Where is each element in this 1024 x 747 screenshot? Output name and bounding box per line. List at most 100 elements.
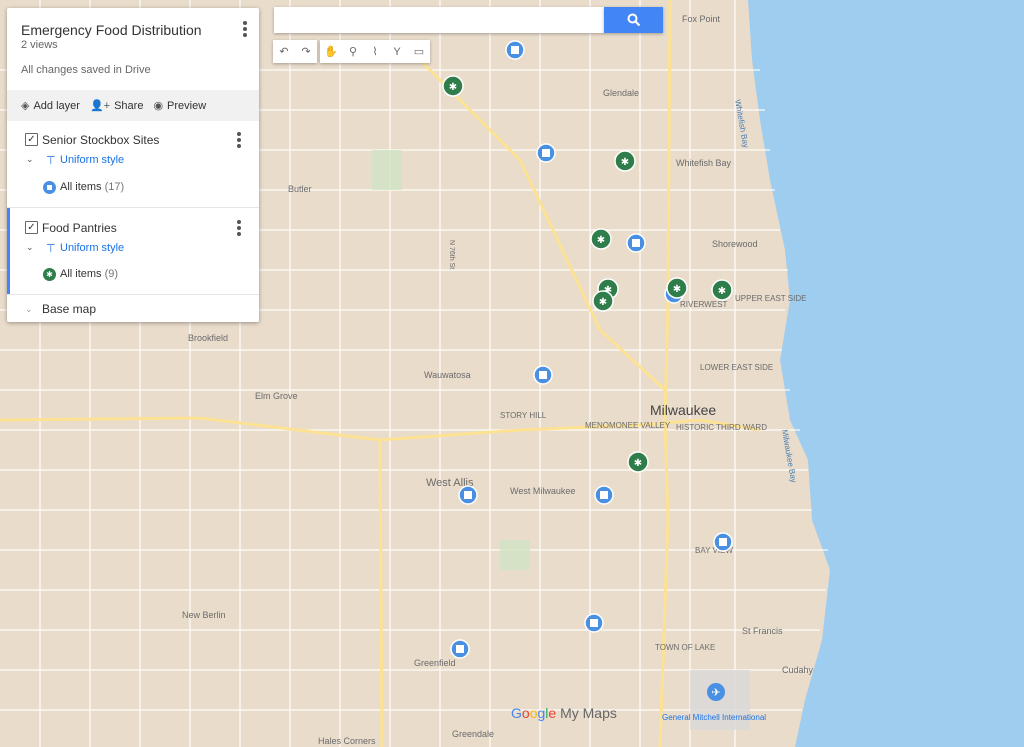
stockbox-marker[interactable] bbox=[458, 485, 478, 505]
label-milwaukee: Milwaukee bbox=[650, 402, 716, 418]
layer-senior-stockbox: ✓ Senior Stockbox Sites ⌄ ⊤ Uniform styl… bbox=[7, 121, 259, 207]
stockbox-marker[interactable] bbox=[626, 233, 646, 253]
label-new-berlin: New Berlin bbox=[182, 610, 226, 620]
stockbox-marker[interactable] bbox=[450, 639, 470, 659]
svg-text:✱: ✱ bbox=[599, 297, 607, 308]
pantry-marker[interactable]: ✱ bbox=[592, 290, 614, 312]
stockbox-marker[interactable] bbox=[594, 485, 614, 505]
layer-options-icon[interactable] bbox=[237, 220, 241, 236]
ruler-icon[interactable]: ▭ bbox=[408, 40, 430, 63]
redo-icon[interactable]: ↷ bbox=[295, 40, 317, 63]
label-whitefish-bay: Whitefish Bay bbox=[676, 158, 732, 168]
chevron-down-icon[interactable]: ⌄ bbox=[26, 242, 34, 253]
paint-roller-icon: ⊤ bbox=[46, 243, 56, 255]
all-items-label: All items bbox=[60, 268, 102, 280]
add-person-icon: 👤+ bbox=[89, 100, 111, 112]
pantry-marker[interactable]: ✱ bbox=[590, 228, 612, 250]
label-upper-east-side: UPPER EAST SIDE bbox=[735, 294, 806, 303]
stockbox-marker[interactable] bbox=[713, 532, 733, 552]
label-n-76th: N 76th St bbox=[448, 240, 455, 269]
stockbox-marker[interactable] bbox=[584, 613, 604, 633]
label-glendale: Glendale bbox=[603, 88, 639, 98]
all-items-row[interactable]: All items (9) bbox=[60, 268, 118, 280]
pantry-marker[interactable]: ✱ bbox=[666, 277, 688, 299]
label-butler: Butler bbox=[288, 184, 312, 194]
airport-icon: ✈ bbox=[707, 683, 725, 701]
share-button[interactable]: 👤+ Share bbox=[86, 99, 149, 113]
layer-checkbox[interactable]: ✓ bbox=[25, 221, 38, 234]
label-fox-point: Fox Point bbox=[682, 14, 721, 24]
layer-name[interactable]: Senior Stockbox Sites bbox=[42, 133, 159, 147]
label-hales-corners: Hales Corners bbox=[318, 736, 376, 746]
stockbox-marker[interactable] bbox=[505, 40, 525, 60]
label-general-mitchell: General Mitchell International bbox=[662, 713, 766, 722]
preview-button[interactable]: ◉ Preview bbox=[149, 99, 212, 113]
svg-text:✱: ✱ bbox=[673, 284, 681, 295]
svg-text:✱: ✱ bbox=[449, 82, 457, 93]
paint-roller-icon: ⊤ bbox=[46, 155, 56, 167]
search-input[interactable] bbox=[274, 7, 604, 33]
stockbox-icon bbox=[43, 181, 56, 194]
hand-icon[interactable]: ✋ bbox=[320, 40, 342, 63]
save-status: All changes saved in Drive bbox=[21, 64, 151, 76]
draw-line-icon[interactable]: ⌇ bbox=[364, 40, 386, 63]
label-lower-east-side: LOWER EAST SIDE bbox=[700, 363, 773, 372]
all-items-label: All items bbox=[60, 181, 102, 193]
search-icon bbox=[627, 13, 640, 27]
layers-panel: Emergency Food Distribution 2 views All … bbox=[7, 8, 259, 322]
search-button[interactable] bbox=[604, 7, 663, 33]
label-menomonee-valley: MENOMONEE VALLEY bbox=[585, 421, 671, 430]
wheat-icon: ✱ bbox=[43, 268, 56, 281]
add-layer-button[interactable]: ◈ Add layer bbox=[7, 99, 86, 113]
label-riverwest: RIVERWEST bbox=[680, 300, 728, 309]
undo-icon[interactable]: ↶ bbox=[273, 40, 295, 63]
directions-icon[interactable]: Y bbox=[386, 40, 408, 63]
pantry-marker[interactable]: ✱ bbox=[711, 279, 733, 301]
base-map-toggle[interactable]: Base map bbox=[42, 302, 96, 316]
google-my-maps-logo: Google My Maps bbox=[511, 705, 617, 721]
stockbox-marker[interactable] bbox=[536, 143, 556, 163]
pantry-marker[interactable]: ✱ bbox=[614, 150, 636, 172]
label-town-of-lake: TOWN OF LAKE bbox=[655, 643, 715, 652]
label-cudahy: Cudahy bbox=[782, 665, 814, 675]
items-count: (9) bbox=[104, 268, 119, 280]
panel-toolbar: ◈ Add layer 👤+ Share ◉ Preview bbox=[7, 90, 259, 121]
divider bbox=[7, 294, 259, 295]
layer-food-pantries: ✓ Food Pantries ⌄ ⊤ Uniform style ✱ All … bbox=[7, 208, 259, 294]
label-historic-third-ward: HISTORIC THIRD WARD bbox=[676, 423, 767, 432]
chevron-down-icon[interactable]: ⌄ bbox=[25, 304, 33, 315]
label-story-hill: STORY HILL bbox=[500, 411, 547, 420]
stockbox-marker[interactable] bbox=[533, 365, 553, 385]
add-layer-label: Add layer bbox=[33, 99, 80, 112]
layers-icon: ◈ bbox=[21, 100, 30, 112]
uniform-style-link[interactable]: Uniform style bbox=[60, 242, 124, 254]
layer-options-icon[interactable] bbox=[237, 132, 241, 148]
label-west-milwaukee: West Milwaukee bbox=[510, 486, 575, 496]
svg-text:✱: ✱ bbox=[634, 458, 642, 469]
share-label: Share bbox=[114, 99, 144, 112]
layer-checkbox[interactable]: ✓ bbox=[25, 133, 38, 146]
map-options-icon[interactable] bbox=[243, 21, 247, 37]
all-items-row[interactable]: All items (17) bbox=[60, 181, 124, 193]
label-wauwatosa: Wauwatosa bbox=[424, 370, 471, 380]
label-elm-grove: Elm Grove bbox=[255, 391, 298, 401]
items-count: (17) bbox=[104, 181, 125, 193]
chevron-down-icon[interactable]: ⌄ bbox=[26, 154, 34, 165]
label-brookfield: Brookfield bbox=[188, 333, 228, 343]
view-count: 2 views bbox=[21, 39, 58, 51]
pantry-marker[interactable]: ✱ bbox=[627, 451, 649, 473]
pantry-marker[interactable]: ✱ bbox=[442, 75, 464, 97]
layer-name[interactable]: Food Pantries bbox=[42, 221, 117, 235]
label-st-francis: St Francis bbox=[742, 626, 783, 636]
preview-label: Preview bbox=[167, 99, 207, 112]
add-marker-icon[interactable]: ⚲ bbox=[342, 40, 364, 63]
label-greenfield: Greenfield bbox=[414, 658, 456, 668]
map-toolbar: ↶ ↷ ✋ ⚲ ⌇ Y ▭ bbox=[273, 40, 430, 63]
svg-text:✱: ✱ bbox=[597, 235, 605, 246]
my-maps-label: My Maps bbox=[560, 705, 617, 721]
map-title[interactable]: Emergency Food Distribution bbox=[21, 22, 202, 38]
svg-text:✱: ✱ bbox=[621, 157, 629, 168]
uniform-style-link[interactable]: Uniform style bbox=[60, 154, 124, 166]
label-greendale: Greendale bbox=[452, 729, 494, 739]
label-shorewood: Shorewood bbox=[712, 239, 758, 249]
